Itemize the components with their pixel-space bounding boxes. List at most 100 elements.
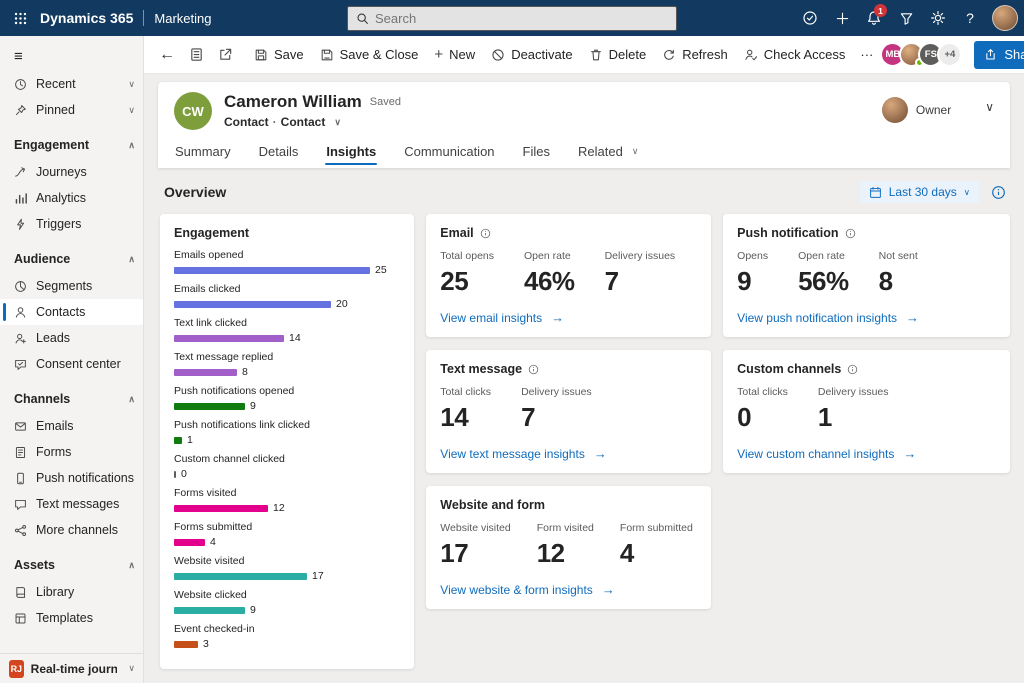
- app-launcher-waffle-icon[interactable]: [0, 0, 40, 36]
- chevron-down-icon[interactable]: ∨: [330, 117, 341, 128]
- check-access-button[interactable]: Check Access: [736, 41, 854, 69]
- entity-form-selector[interactable]: Contact · Contact ∨: [224, 115, 401, 129]
- notifications-bell-icon[interactable]: 1: [858, 0, 890, 36]
- chevron-up-icon[interactable]: ∧: [124, 394, 135, 405]
- metric: Total clicks 0: [737, 386, 788, 433]
- owner-field[interactable]: Owner: [882, 92, 951, 123]
- sidebar-item-templates[interactable]: Templates: [0, 605, 143, 631]
- chevron-up-icon[interactable]: ∧: [124, 560, 135, 571]
- sidebar-item-leads[interactable]: Leads: [0, 325, 143, 351]
- sidebar-item-contacts[interactable]: Contacts: [0, 299, 143, 325]
- quick-create-plus-icon[interactable]: [826, 0, 858, 36]
- sidebar-item-consent-center[interactable]: Consent center: [0, 351, 143, 377]
- sidebar-item-journeys[interactable]: Journeys: [0, 159, 143, 185]
- sidebar-section-engagement[interactable]: Engagement ∧: [0, 131, 143, 159]
- sidebar-item-label: Push notifications: [36, 471, 134, 485]
- sidebar-item-push-notifications[interactable]: Push notifications: [0, 465, 143, 491]
- sidebar-item-segments[interactable]: Segments: [0, 273, 143, 299]
- share-button[interactable]: Share ∨: [974, 41, 1024, 69]
- area-switcher[interactable]: RJ Real-time journey.. ∨: [0, 653, 143, 683]
- metric: Form submitted 4: [620, 522, 693, 569]
- bar-value: 25: [375, 264, 387, 276]
- sidebar-item-emails[interactable]: Emails: [0, 413, 143, 439]
- metric: Open rate 46%: [524, 250, 575, 297]
- global-search[interactable]: [347, 6, 677, 31]
- tab-details[interactable]: Details: [258, 138, 300, 168]
- deactivate-button[interactable]: Deactivate: [483, 41, 580, 69]
- ellipsis-icon: ···: [860, 47, 873, 62]
- info-icon[interactable]: [480, 228, 491, 239]
- view-email-insights-link[interactable]: View email insights→: [440, 310, 697, 325]
- new-button[interactable]: + New: [426, 41, 483, 69]
- sidebar-item-label: Analytics: [36, 191, 86, 205]
- sidebar-item-forms[interactable]: Forms: [0, 439, 143, 465]
- metric-value: 14: [440, 402, 491, 433]
- save-and-close-button[interactable]: Save & Close: [312, 41, 427, 69]
- overview-info-icon[interactable]: [991, 185, 1006, 200]
- card-title: Push notification: [737, 226, 838, 240]
- back-button[interactable]: ←: [152, 41, 182, 69]
- view-push-notification-insights-link[interactable]: View push notification insights→: [737, 310, 996, 325]
- command-label: Refresh: [682, 47, 728, 62]
- sidebar-item-more-channels[interactable]: More channels: [0, 517, 143, 543]
- sidebar-item-recent[interactable]: Recent ∨: [0, 71, 143, 97]
- chevron-down-icon[interactable]: ∨: [124, 663, 135, 674]
- info-icon[interactable]: [847, 364, 858, 375]
- more-commands-button[interactable]: ···: [853, 41, 880, 69]
- date-range-selector[interactable]: Last 30 days ∨: [860, 181, 979, 203]
- info-icon[interactable]: [845, 228, 856, 239]
- notification-badge: 1: [874, 4, 887, 17]
- view-website-form-insights-link[interactable]: View website & form insights→: [440, 582, 697, 597]
- help-icon[interactable]: ?: [954, 0, 986, 36]
- delete-button[interactable]: Delete: [581, 41, 655, 69]
- sidebar-item-text-messages[interactable]: Text messages: [0, 491, 143, 517]
- tab-files[interactable]: Files: [522, 138, 551, 168]
- collaborator-overflow[interactable]: +4: [937, 42, 962, 67]
- search-input[interactable]: [375, 11, 668, 26]
- app-title[interactable]: Dynamics 365: [40, 10, 133, 26]
- sidebar-item-triggers[interactable]: Triggers: [0, 211, 143, 237]
- view-text-message-insights-link[interactable]: View text message insights→: [440, 446, 697, 461]
- sidebar-item-pinned[interactable]: Pinned ∨: [0, 97, 143, 123]
- engagement-bar-row: Forms submitted4: [174, 521, 400, 548]
- sidebar-section-channels[interactable]: Channels ∧: [0, 385, 143, 413]
- lightning-icon: [14, 218, 28, 231]
- collapse-header-chevron-icon[interactable]: ∨: [985, 92, 994, 114]
- arrow-right-icon: →: [906, 310, 919, 325]
- module-name[interactable]: Marketing: [154, 11, 211, 26]
- owner-avatar: [882, 97, 908, 123]
- analytics-bars-icon: [14, 192, 28, 205]
- compliance-check-icon[interactable]: [794, 0, 826, 36]
- sitemap-collapse-hamburger-icon[interactable]: ≡: [0, 38, 143, 71]
- leads-person-icon: [14, 332, 28, 345]
- sidebar-section-audience[interactable]: Audience ∧: [0, 245, 143, 273]
- filter-funnel-icon[interactable]: [890, 0, 922, 36]
- popout-icon[interactable]: [211, 41, 240, 69]
- sidebar-item-label: More channels: [36, 523, 118, 537]
- bar-segment: [174, 471, 176, 478]
- chevron-up-icon[interactable]: ∧: [124, 254, 135, 265]
- sidebar-section-assets[interactable]: Assets ∧: [0, 551, 143, 579]
- sidebar-item-label: Library: [36, 585, 74, 599]
- view-custom-channel-insights-link[interactable]: View custom channel insights→: [737, 446, 996, 461]
- record-set-icon[interactable]: [182, 41, 211, 69]
- metric-label: Delivery issues: [605, 250, 676, 262]
- tab-related[interactable]: Related∨: [577, 138, 639, 168]
- refresh-button[interactable]: Refresh: [654, 41, 736, 69]
- sidebar-item-analytics[interactable]: Analytics: [0, 185, 143, 211]
- settings-gear-icon[interactable]: [922, 0, 954, 36]
- chevron-up-icon[interactable]: ∧: [124, 140, 135, 151]
- user-avatar[interactable]: [992, 5, 1018, 31]
- metric-label: Total clicks: [440, 386, 491, 398]
- info-icon[interactable]: [528, 364, 539, 375]
- save-button[interactable]: Save: [246, 41, 312, 69]
- tab-communication[interactable]: Communication: [403, 138, 495, 168]
- bar-category-label: Forms submitted: [174, 521, 400, 534]
- chevron-down-icon[interactable]: ∨: [124, 105, 135, 116]
- chevron-down-icon[interactable]: ∨: [124, 79, 135, 90]
- tab-insights[interactable]: Insights: [325, 138, 377, 168]
- bar-category-label: Event checked-in: [174, 623, 400, 636]
- metric: Total opens 25: [440, 250, 494, 297]
- tab-summary[interactable]: Summary: [174, 138, 232, 168]
- sidebar-item-library[interactable]: Library: [0, 579, 143, 605]
